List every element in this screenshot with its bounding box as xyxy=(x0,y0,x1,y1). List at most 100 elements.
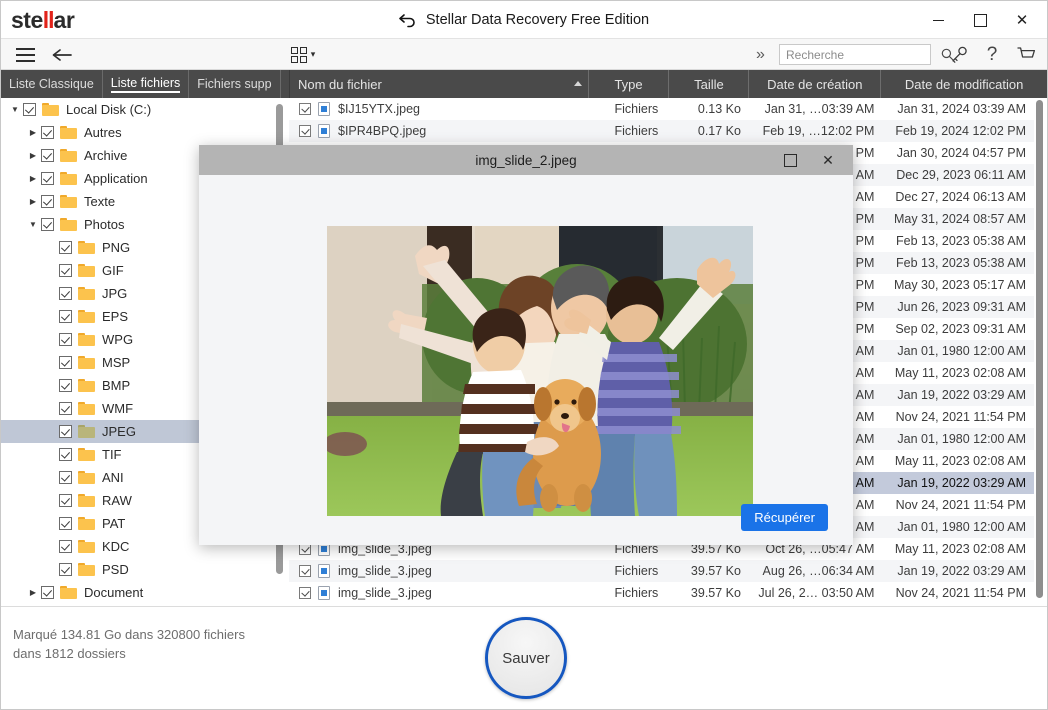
expanded-arrow-icon[interactable]: ▼ xyxy=(25,220,41,229)
tree-item-checkbox[interactable] xyxy=(59,241,72,254)
tree-item-checkbox[interactable] xyxy=(59,310,72,323)
tree-item-checkbox[interactable] xyxy=(41,172,54,185)
close-button[interactable]: ✕ xyxy=(1001,1,1043,39)
tree-item-label: JPEG xyxy=(102,424,136,439)
folder-icon xyxy=(78,241,95,254)
tree-item-label: PSD xyxy=(102,562,129,577)
back-arrow-icon[interactable] xyxy=(47,39,77,70)
status-text: Marqué 134.81 Go dans 320800 fichiers da… xyxy=(13,627,245,661)
cell-created: Aug 26, …06:34 AM xyxy=(762,564,875,578)
table-row[interactable]: $IPR4BPQ.jpeg Fichiers 0.17 Ko Feb 19, …12:… xyxy=(289,120,1034,142)
cell-modified: May 30, 2023 05:17 AM xyxy=(893,278,1026,292)
tree-item-checkbox[interactable] xyxy=(41,195,54,208)
cell-type: Fichiers xyxy=(614,586,659,600)
app-window: stellar Stellar Data Recovery Free Editi… xyxy=(0,0,1048,710)
collapsed-arrow-icon[interactable]: ▶ xyxy=(25,128,41,137)
preview-image xyxy=(327,226,753,516)
cell-size: 39.57 Ko xyxy=(690,586,741,600)
image-preview-dialog[interactable]: img_slide_2.jpeg ✕ Récupérer xyxy=(199,145,853,545)
view-tabs: Liste Classique Liste fichiers Fichiers su… xyxy=(1,70,289,98)
column-header-modified[interactable]: Date de modification xyxy=(881,70,1047,98)
minimize-button[interactable] xyxy=(917,1,959,39)
collapsed-arrow-icon[interactable]: ▶ xyxy=(25,588,41,597)
tree-item-label: BMP xyxy=(102,378,131,393)
page-title: Stellar Data Recovery Free Edition xyxy=(425,12,650,28)
tree-item-label: Document xyxy=(84,585,144,600)
recovery-arrow-icon xyxy=(399,12,417,28)
file-list-scrollbar-thumb[interactable] xyxy=(1036,100,1043,598)
tree-item-local-disk-c[interactable]: ▼ Local Disk (C:) xyxy=(1,98,289,121)
tree-item-checkbox[interactable] xyxy=(59,402,72,415)
tab-fichiers-supp[interactable]: Fichiers supp xyxy=(189,70,281,98)
tree-item-checkbox[interactable] xyxy=(41,586,54,599)
file-row-checkbox[interactable] xyxy=(299,103,311,115)
key-icon[interactable] xyxy=(945,39,973,70)
tree-item-checkbox[interactable] xyxy=(59,264,72,277)
tree-item-checkbox[interactable] xyxy=(59,379,72,392)
preview-dialog-body: Récupérer xyxy=(199,175,853,545)
tab-liste-fichiers[interactable]: Liste fichiers xyxy=(103,70,190,98)
tree-item-label: JPG xyxy=(102,286,128,301)
search-input[interactable] xyxy=(786,47,941,62)
tree-item-checkbox[interactable] xyxy=(41,126,54,139)
tree-item-checkbox[interactable] xyxy=(59,540,72,553)
tree-item-checkbox[interactable] xyxy=(59,356,72,369)
expanded-arrow-icon[interactable]: ▼ xyxy=(7,105,23,114)
tree-item-checkbox[interactable] xyxy=(59,448,72,461)
tree-item-checkbox[interactable] xyxy=(59,517,72,530)
cell-name: img_slide_3.jpeg xyxy=(338,586,432,600)
column-header-created[interactable]: Date de création xyxy=(749,70,882,98)
column-header-type[interactable]: Type xyxy=(589,70,670,98)
tree-item-checkbox[interactable] xyxy=(41,218,54,231)
file-row-checkbox[interactable] xyxy=(299,125,311,137)
tree-item-label: TIF xyxy=(102,447,122,462)
column-header-name-label: Nom du fichier xyxy=(298,76,382,92)
preview-close-button[interactable]: ✕ xyxy=(809,145,847,175)
tree-item-checkbox[interactable] xyxy=(59,471,72,484)
image-file-icon xyxy=(318,564,330,578)
tree-item-checkbox[interactable] xyxy=(41,149,54,162)
maximize-button[interactable] xyxy=(959,1,1001,39)
table-row[interactable]: $IJ15YTX.jpeg Fichiers 0.13 Ko Jan 31, …03:… xyxy=(289,98,1034,120)
hamburger-icon[interactable] xyxy=(11,39,39,70)
table-row[interactable]: img_slide_3.jpeg Fichiers 39.57 Ko Jul 26, … xyxy=(289,582,1034,604)
tree-item-checkbox[interactable] xyxy=(59,425,72,438)
window-title-group: Stellar Data Recovery Free Edition xyxy=(1,1,1047,39)
collapsed-arrow-icon[interactable]: ▶ xyxy=(25,151,41,160)
tree-item-autres[interactable]: ▶ Autres xyxy=(1,121,289,144)
column-header-size[interactable]: Taille xyxy=(669,70,750,98)
cart-icon[interactable] xyxy=(1011,39,1041,70)
folder-icon xyxy=(78,425,95,438)
tree-item-checkbox[interactable] xyxy=(23,103,36,116)
tree-item-psd[interactable]: PSD xyxy=(1,558,289,581)
tree-item-checkbox[interactable] xyxy=(59,333,72,346)
tree-item-document[interactable]: ▶ Document xyxy=(1,581,289,604)
image-file-icon xyxy=(318,124,330,138)
tree-item-label: Archive xyxy=(84,148,128,163)
column-header-name[interactable]: Nom du fichier xyxy=(290,70,589,98)
cell-created: Jan 31, …03:39 AM xyxy=(764,102,875,116)
grid-view-icon[interactable]: ▾ xyxy=(286,39,320,70)
tree-item-checkbox[interactable] xyxy=(59,287,72,300)
folder-icon xyxy=(78,402,95,415)
preview-maximize-button[interactable] xyxy=(771,145,809,175)
tree-item-checkbox[interactable] xyxy=(59,494,72,507)
cell-modified: Jan 01, 1980 12:00 AM xyxy=(897,432,1026,446)
help-icon[interactable]: ? xyxy=(979,39,1005,70)
file-list-scrollbar[interactable] xyxy=(1034,98,1045,606)
recover-button[interactable]: Récupérer xyxy=(741,504,828,531)
preview-dialog-title: img_slide_2.jpeg xyxy=(475,152,577,168)
folder-icon xyxy=(42,103,59,116)
tab-liste-classique[interactable]: Liste Classique xyxy=(1,70,103,98)
collapsed-arrow-icon[interactable]: ▶ xyxy=(25,197,41,206)
expand-toolbar-chevron-icon[interactable]: » xyxy=(756,39,765,70)
file-row-checkbox[interactable] xyxy=(299,587,311,599)
tree-item-checkbox[interactable] xyxy=(59,563,72,576)
search-box[interactable] xyxy=(779,44,954,65)
tree-item-label: Application xyxy=(84,171,148,186)
file-row-checkbox[interactable] xyxy=(299,565,311,577)
collapsed-arrow-icon[interactable]: ▶ xyxy=(25,174,41,183)
save-button[interactable]: Sauver xyxy=(485,617,567,699)
cell-modified: Dec 29, 2023 06:11 AM xyxy=(896,168,1026,182)
table-row[interactable]: img_slide_3.jpeg Fichiers 39.57 Ko Aug 26, … xyxy=(289,560,1034,582)
